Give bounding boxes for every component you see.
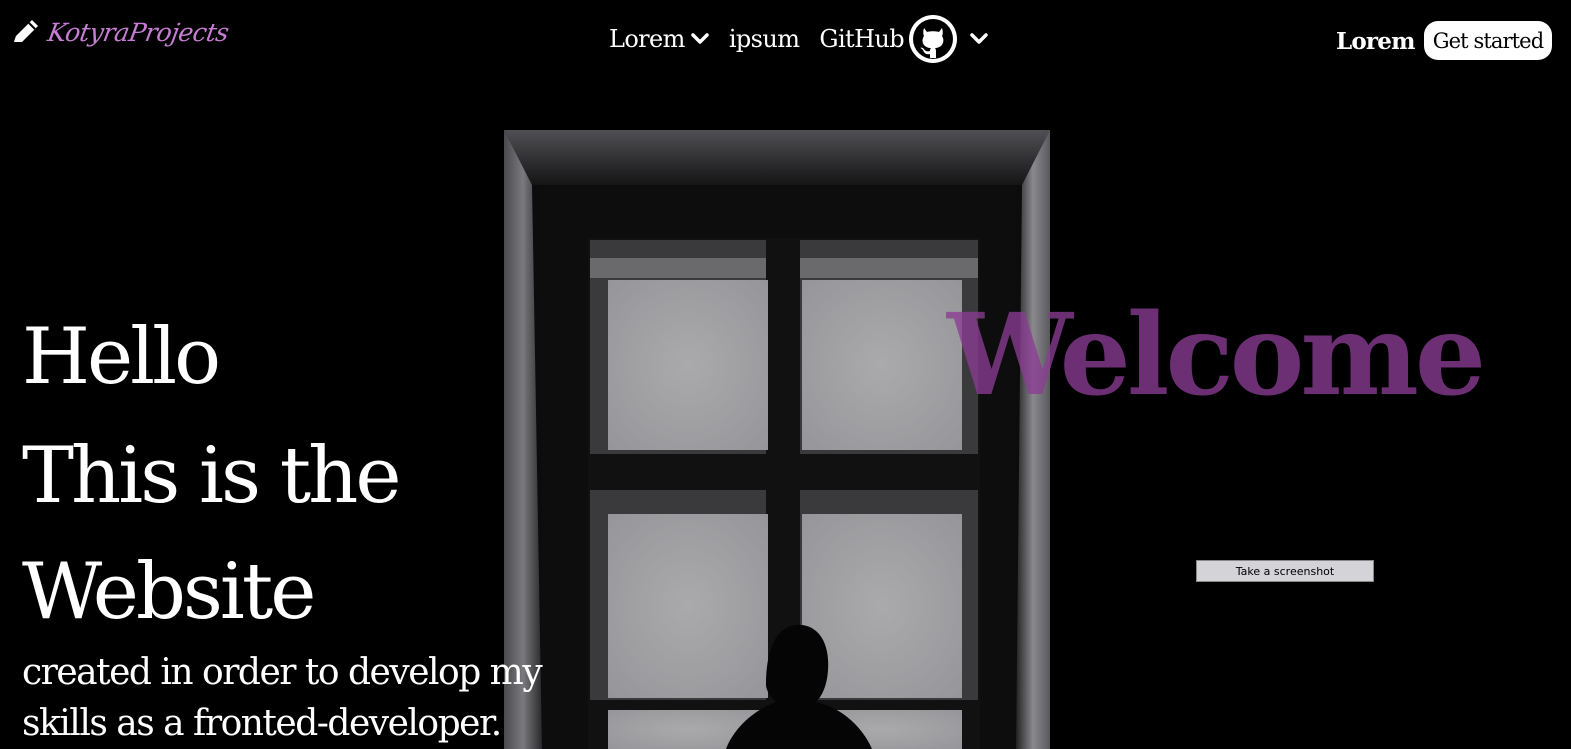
subtitle-line-1: created in order to develop my	[22, 652, 543, 693]
page: KotyraProjects Lorem ipsum GitHub Lorem …	[0, 0, 1571, 749]
logo[interactable]: KotyraProjects	[10, 16, 231, 48]
lorem-link[interactable]: Lorem	[1336, 28, 1415, 55]
take-screenshot-button[interactable]: Take a screenshot	[1196, 560, 1374, 582]
chevron-down-icon	[691, 33, 709, 44]
github-icon	[909, 15, 958, 63]
main-nav: Lorem ipsum GitHub	[609, 14, 988, 64]
nav-item-ipsum[interactable]: ipsum	[729, 25, 800, 53]
nav-item-github-label: GitHub	[819, 25, 905, 53]
logo-text: KotyraProjects	[45, 17, 231, 47]
headline-line-2: This is the	[22, 431, 402, 521]
nav-item-github[interactable]: GitHub	[819, 14, 988, 64]
hero-window-image	[504, 130, 1050, 749]
nav-item-lorem-label: Lorem	[609, 25, 685, 53]
headline-line-1: Hello	[22, 312, 221, 402]
chevron-down-icon	[970, 33, 988, 44]
subtitle-line-2: skills as a fronted-developer.	[22, 703, 502, 744]
pencil-icon	[14, 20, 38, 42]
nav-item-lorem[interactable]: Lorem	[609, 25, 709, 53]
welcome-heading: Welcome	[947, 290, 1486, 421]
headline-line-3: Website	[22, 547, 316, 637]
get-started-button[interactable]: Get started	[1424, 21, 1552, 60]
nav-item-ipsum-label: ipsum	[728, 25, 800, 53]
